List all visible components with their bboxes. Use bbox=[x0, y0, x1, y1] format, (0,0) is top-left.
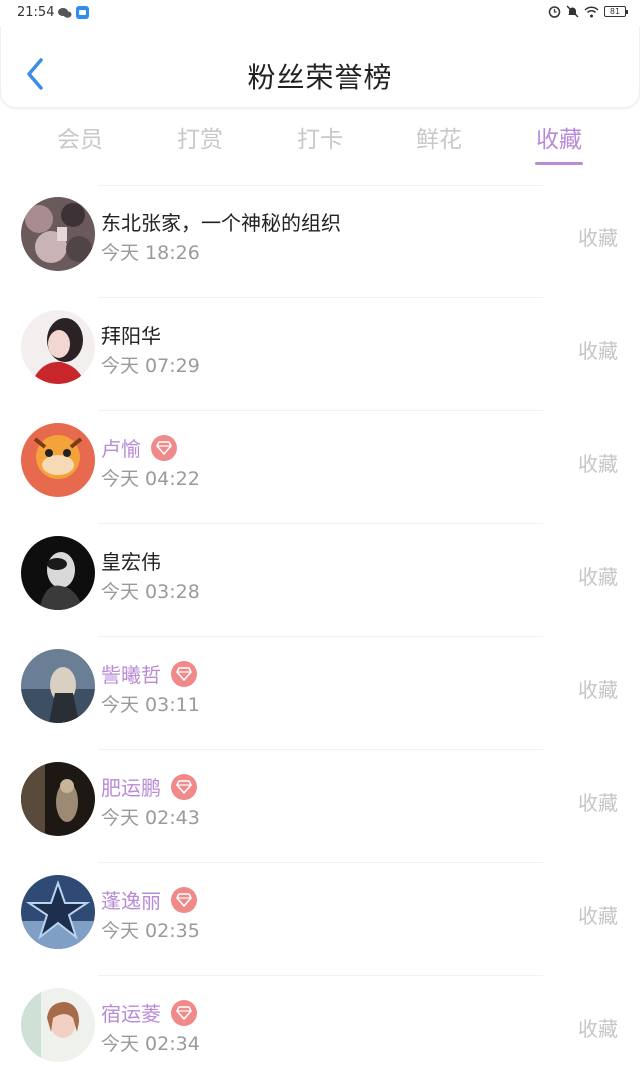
vip-badge bbox=[171, 886, 197, 913]
avatar[interactable] bbox=[21, 536, 95, 610]
tab-flowers[interactable]: 鲜花 bbox=[389, 120, 489, 154]
avatar[interactable] bbox=[21, 423, 95, 497]
wifi-icon bbox=[584, 5, 599, 17]
alarm-icon bbox=[548, 6, 561, 18]
avatar[interactable] bbox=[21, 762, 95, 836]
avatar[interactable] bbox=[21, 310, 95, 384]
list-item[interactable]: 訾曦哲 今天 03:11 收藏 bbox=[0, 637, 640, 750]
name-line: 皇宏伟 bbox=[101, 546, 161, 575]
page-title: 粉丝荣誉榜 bbox=[247, 61, 393, 94]
user-name: 宿运菱 bbox=[101, 1002, 161, 1026]
name-line: 卢愉 bbox=[101, 433, 177, 462]
vip-badge bbox=[171, 773, 197, 800]
favorite-label: 收藏 bbox=[578, 904, 618, 928]
timestamp: 今天 02:34 bbox=[101, 1033, 200, 1055]
list-item[interactable]: 蓬逸丽 今天 02:35 收藏 bbox=[0, 863, 640, 976]
list-item[interactable]: 皇宏伟 今天 03:28 收藏 bbox=[0, 524, 640, 637]
status-right-icons: 81 bbox=[548, 5, 628, 18]
favorite-label: 收藏 bbox=[578, 226, 618, 250]
header: 粉丝荣誉榜 bbox=[0, 26, 640, 108]
diamond-icon bbox=[156, 440, 172, 455]
avatar[interactable] bbox=[21, 649, 95, 723]
fan-list: 东北张家，一个神秘的组织 今天 18:26 收藏 拜阳华 今天 07:29 收藏 bbox=[0, 185, 640, 1067]
tab-members[interactable]: 会员 bbox=[30, 120, 130, 154]
list-item[interactable]: 东北张家，一个神秘的组织 今天 18:26 收藏 bbox=[0, 185, 640, 298]
user-name: 蓬逸丽 bbox=[101, 889, 161, 913]
battery-icon: 81 bbox=[604, 6, 628, 17]
tab-favorites-label: 收藏 bbox=[536, 127, 582, 153]
list-item[interactable]: 宿运菱 今天 02:34 收藏 bbox=[0, 976, 640, 1067]
user-name: 东北张家，一个神秘的组织 bbox=[101, 211, 341, 235]
vip-badge bbox=[171, 660, 197, 687]
tab-active-indicator bbox=[535, 162, 583, 165]
name-line: 蓬逸丽 bbox=[101, 885, 197, 914]
user-name: 卢愉 bbox=[101, 437, 141, 461]
diamond-icon bbox=[176, 1005, 192, 1020]
timestamp: 今天 02:35 bbox=[101, 920, 200, 942]
list-item[interactable]: 肥运鹏 今天 02:43 收藏 bbox=[0, 750, 640, 863]
diamond-icon bbox=[176, 666, 192, 681]
mute-icon bbox=[566, 5, 579, 18]
favorite-label: 收藏 bbox=[578, 678, 618, 702]
timestamp: 今天 02:43 bbox=[101, 807, 200, 829]
chat-bubble-icon bbox=[58, 7, 72, 18]
avatar[interactable] bbox=[21, 197, 95, 271]
name-line: 訾曦哲 bbox=[101, 659, 197, 688]
favorite-label: 收藏 bbox=[578, 339, 618, 363]
tab-bar: 会员 打赏 打卡 鲜花 收藏 bbox=[0, 120, 640, 170]
name-line: 东北张家，一个神秘的组织 bbox=[101, 207, 341, 236]
tab-favorites[interactable]: 收藏 bbox=[509, 120, 609, 165]
vip-badge bbox=[151, 434, 177, 461]
avatar[interactable] bbox=[21, 875, 95, 949]
name-line: 宿运菱 bbox=[101, 998, 197, 1027]
app-icon bbox=[76, 6, 89, 19]
diamond-icon bbox=[176, 779, 192, 794]
status-time: 21:54 bbox=[17, 5, 55, 20]
timestamp: 今天 07:29 bbox=[101, 355, 200, 377]
timestamp: 今天 18:26 bbox=[101, 242, 200, 264]
tab-checkin[interactable]: 打卡 bbox=[270, 120, 370, 154]
user-name: 拜阳华 bbox=[101, 324, 161, 348]
user-name: 肥运鹏 bbox=[101, 776, 161, 800]
diamond-icon bbox=[176, 892, 192, 907]
favorite-label: 收藏 bbox=[578, 1017, 618, 1041]
user-name: 皇宏伟 bbox=[101, 550, 161, 574]
user-name: 訾曦哲 bbox=[101, 663, 161, 687]
favorite-label: 收藏 bbox=[578, 565, 618, 589]
timestamp: 今天 03:28 bbox=[101, 581, 200, 603]
tab-rewards[interactable]: 打赏 bbox=[150, 120, 250, 154]
favorite-label: 收藏 bbox=[578, 452, 618, 476]
list-item[interactable]: 拜阳华 今天 07:29 收藏 bbox=[0, 298, 640, 411]
timestamp: 今天 03:11 bbox=[101, 694, 200, 716]
list-item[interactable]: 卢愉 今天 04:22 收藏 bbox=[0, 411, 640, 524]
timestamp: 今天 04:22 bbox=[101, 468, 200, 490]
name-line: 肥运鹏 bbox=[101, 772, 197, 801]
favorite-label: 收藏 bbox=[578, 791, 618, 815]
avatar[interactable] bbox=[21, 988, 95, 1062]
vip-badge bbox=[171, 999, 197, 1026]
status-left-icons bbox=[58, 6, 89, 19]
name-line: 拜阳华 bbox=[101, 320, 161, 349]
status-bar: 21:54 81 bbox=[0, 0, 640, 26]
